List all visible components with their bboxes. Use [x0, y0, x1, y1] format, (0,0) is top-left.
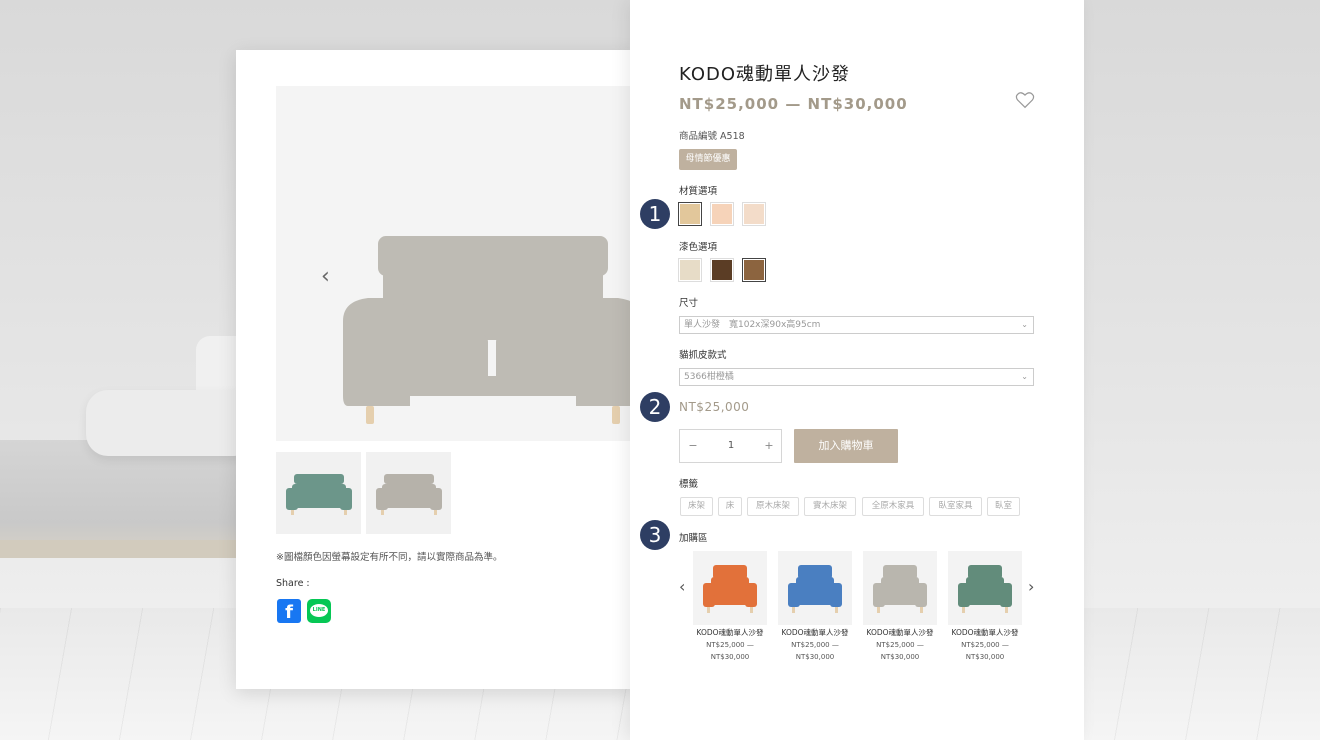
addon-product-price: NT$25,000 — — [961, 641, 1009, 649]
quantity-stepper: − 1 + — [679, 429, 782, 463]
heart-icon[interactable] — [1015, 91, 1035, 109]
promo-badge: 母情節優惠 — [679, 149, 737, 170]
color-disclaimer-note: ※圖檔顏色因螢幕設定有所不同，請以實際商品為準。 — [276, 552, 503, 563]
gallery-thumbnail[interactable] — [276, 452, 361, 534]
add-to-cart-button[interactable]: 加入購物車 — [794, 429, 898, 463]
product-title: KODO魂動單人沙發 — [679, 64, 851, 85]
tag-chip[interactable]: 原木床架 — [747, 497, 799, 516]
product-sku: 商品編號 A518 — [679, 131, 745, 142]
leather-style-select[interactable]: 5366柑橙橘 ⌄ — [679, 368, 1034, 386]
addon-product-price: NT$30,000 — [965, 653, 1005, 661]
gallery-prev-arrow[interactable]: ‹ — [321, 266, 335, 288]
leather-style-label: 貓抓皮款式 — [679, 350, 727, 361]
paint-swatch[interactable] — [678, 258, 702, 282]
main-product-image: ‹ › — [276, 86, 661, 441]
addon-product-image — [948, 551, 1022, 625]
step-marker-3: 3 — [640, 520, 670, 550]
leather-select-value: 5366柑橙橘 — [684, 372, 734, 382]
quantity-decrease-button[interactable]: − — [680, 430, 706, 462]
quantity-increase-button[interactable]: + — [756, 430, 782, 462]
chevron-down-icon: ⌄ — [1021, 320, 1028, 329]
addon-product-name: KODO魂動單人沙發 — [696, 628, 764, 637]
background-pillow — [86, 390, 256, 456]
tag-chip[interactable]: 臥室家具 — [929, 497, 982, 516]
size-select-value: 單人沙發 寬102x深90x高95cm — [684, 320, 821, 330]
chevron-down-icon: ⌄ — [1021, 372, 1028, 381]
addon-product-image — [863, 551, 937, 625]
armchair-illustration — [788, 565, 842, 613]
addon-product-card[interactable]: KODO魂動單人沙發 NT$25,000 — NT$30,000 — [778, 551, 852, 662]
addon-product-card[interactable]: KODO魂動單人沙發 NT$25,000 — NT$30,000 — [948, 551, 1022, 662]
addon-product-card[interactable]: KODO魂動單人沙發 NT$25,000 — NT$30,000 — [693, 551, 767, 662]
paint-swatch[interactable] — [742, 258, 766, 282]
facebook-icon[interactable]: f — [277, 599, 301, 623]
addon-prev-arrow[interactable]: ‹ — [679, 577, 685, 596]
armchair-illustration — [958, 565, 1012, 613]
line-glyph: LINE — [310, 604, 328, 617]
armchair-illustration — [703, 565, 757, 613]
material-swatch[interactable] — [678, 202, 702, 226]
quantity-value[interactable]: 1 — [706, 430, 756, 462]
sofa-thumbnail-illustration — [376, 474, 442, 515]
addon-product-card[interactable]: KODO魂動單人沙發 NT$25,000 — NT$30,000 — [863, 551, 937, 662]
product-price-range: NT$25,000 — NT$30,000 — [679, 95, 908, 113]
addon-product-image — [778, 551, 852, 625]
tag-chip[interactable]: 實木床架 — [804, 497, 856, 516]
product-detail-panel: KODO魂動單人沙發 NT$25,000 — NT$30,000 商品編號 A5… — [630, 0, 1084, 740]
gallery-thumbnail[interactable] — [366, 452, 451, 534]
material-swatch[interactable] — [742, 202, 766, 226]
tag-chip[interactable]: 床 — [718, 497, 742, 516]
addon-product-name: KODO魂動單人沙發 — [866, 628, 934, 637]
addon-product-name: KODO魂動單人沙發 — [951, 628, 1019, 637]
addon-product-price: NT$25,000 — — [706, 641, 754, 649]
size-label: 尺寸 — [679, 298, 699, 309]
tag-chip[interactable]: 全原木家具 — [862, 497, 924, 516]
tag-chip[interactable]: 床架 — [680, 497, 713, 516]
addon-product-price: NT$30,000 — [710, 653, 750, 661]
line-icon[interactable]: LINE — [307, 599, 331, 623]
addon-section-label: 加購區 — [679, 533, 708, 544]
size-select[interactable]: 單人沙發 寬102x深90x高95cm ⌄ — [679, 316, 1034, 334]
addon-product-price: NT$25,000 — — [791, 641, 839, 649]
unit-price: NT$25,000 — [679, 400, 750, 414]
addon-product-price: NT$30,000 — [795, 653, 835, 661]
tags-label: 標籤 — [679, 479, 699, 490]
paint-options-label: 漆色選項 — [679, 242, 718, 253]
product-gallery-card: ‹ › ※圖檔顏色因螢幕設定有所不同，請以實際商品為準。 Share : f L… — [236, 50, 661, 689]
tag-chip[interactable]: 臥室 — [987, 497, 1020, 516]
paint-swatch[interactable] — [710, 258, 734, 282]
sofa-thumbnail-illustration — [286, 474, 352, 515]
step-marker-2: 2 — [640, 392, 670, 422]
facebook-glyph: f — [285, 602, 293, 623]
material-swatch[interactable] — [710, 202, 734, 226]
armchair-illustration — [873, 565, 927, 613]
addon-product-price: NT$30,000 — [880, 653, 920, 661]
background-bed-base — [0, 540, 250, 558]
addon-product-image — [693, 551, 767, 625]
step-marker-1: 1 — [640, 199, 670, 229]
share-label: Share : — [276, 578, 310, 589]
addon-next-arrow[interactable]: › — [1028, 577, 1034, 596]
material-options-label: 材質選項 — [679, 186, 718, 197]
addon-product-price: NT$25,000 — — [876, 641, 924, 649]
addon-product-name: KODO魂動單人沙發 — [781, 628, 849, 637]
main-sofa-illustration — [343, 236, 643, 424]
